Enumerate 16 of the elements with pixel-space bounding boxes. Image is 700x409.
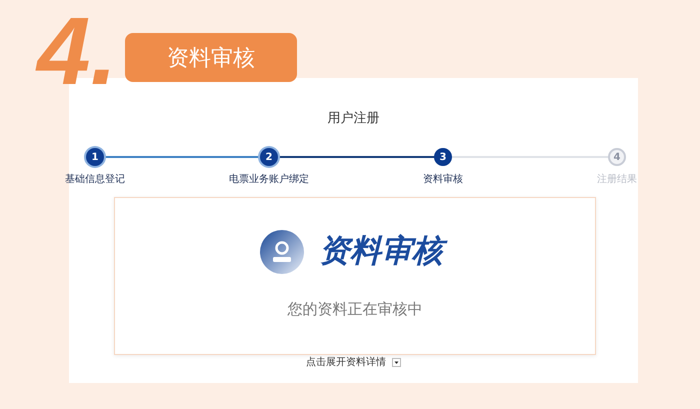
review-message: 您的资料正在审核中 bbox=[288, 300, 422, 319]
page-title: 用户注册 bbox=[326, 110, 380, 127]
step-circle: 1 bbox=[86, 148, 104, 166]
details-link[interactable]: 点击展开资料详情 bbox=[306, 355, 386, 369]
step-label: 资料审核 bbox=[423, 172, 463, 186]
section-title: 资料审核 bbox=[125, 33, 298, 82]
step-circle: 2 bbox=[260, 148, 278, 166]
step-label: 基础信息登记 bbox=[65, 172, 125, 186]
step-label: 注册结果 bbox=[597, 172, 637, 186]
step-number: 4. bbox=[37, 4, 118, 100]
step-label: 电票业务账户绑定 bbox=[229, 172, 309, 186]
step-circle: 4 bbox=[608, 148, 626, 166]
user-icon bbox=[259, 229, 305, 275]
step-circle: 3 bbox=[434, 148, 452, 166]
review-title: 资料审核 bbox=[317, 229, 451, 275]
caret-icon[interactable] bbox=[392, 358, 401, 366]
